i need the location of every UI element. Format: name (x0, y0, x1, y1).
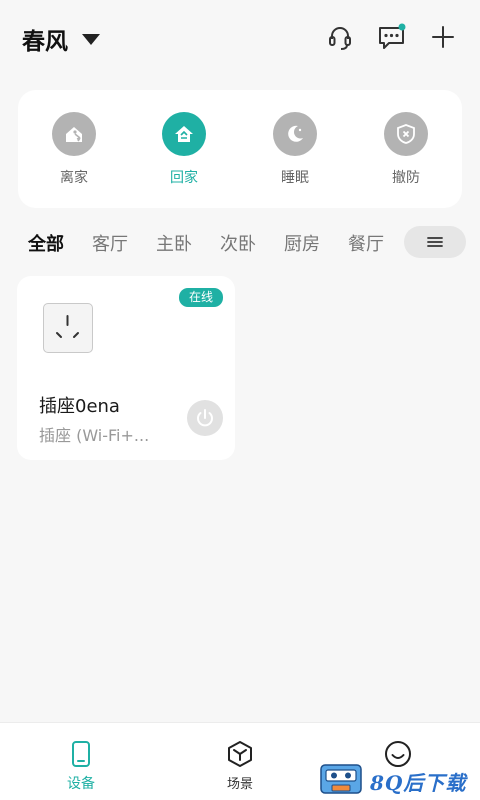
mode-label: 睡眠 (281, 170, 309, 186)
tab-kitchen[interactable]: 厨房 (284, 230, 320, 256)
plus-icon[interactable] (428, 22, 458, 52)
tab-living-room[interactable]: 客厅 (92, 230, 128, 256)
cassette-icon (320, 764, 362, 794)
watermark-logo: 8Q后下载 (318, 762, 480, 798)
mode-sleep[interactable]: 睡眠 (250, 112, 340, 187)
away-icon (52, 112, 96, 156)
tab-all[interactable]: 全部 (28, 230, 64, 256)
tab-dining-room[interactable]: 餐厅 (348, 230, 384, 256)
moon-icon (273, 112, 317, 156)
home-switcher[interactable]: 春风 (22, 22, 100, 56)
tab-label: 设备 (67, 776, 95, 792)
tab-devices[interactable]: 设备 (31, 723, 131, 800)
tab-second-bedroom[interactable]: 次卧 (220, 230, 256, 256)
device-type: 插座 (Wi-Fi+... (39, 426, 150, 445)
message-icon[interactable] (377, 22, 407, 52)
menu-icon (427, 237, 443, 247)
tab-master-bedroom[interactable]: 主卧 (156, 230, 192, 256)
cube-icon (228, 741, 252, 767)
mode-home[interactable]: 回家 (139, 112, 229, 187)
tab-label: 场景 (226, 777, 253, 792)
room-tabs: 全部 客厅 主卧 次卧 厨房 餐厅 (0, 222, 480, 262)
room-menu-button[interactable] (404, 226, 466, 258)
headset-icon[interactable] (325, 22, 355, 52)
mode-label: 回家 (170, 170, 198, 186)
caret-down-icon (82, 33, 100, 45)
home-name: 春风 (22, 29, 68, 55)
power-icon (197, 409, 213, 427)
tab-scenes[interactable]: 场景 (190, 723, 290, 800)
device-name: 插座0ena (39, 396, 120, 417)
mode-disarm[interactable]: 撤防 (361, 112, 451, 187)
device-card[interactable]: 在线 插座0ena 插座 (Wi-Fi+... (17, 276, 235, 460)
mode-label: 离家 (60, 170, 88, 186)
header: 春风 (0, 0, 480, 76)
mode-away[interactable]: 离家 (29, 112, 119, 187)
status-badge: 在线 (178, 288, 223, 307)
mode-label: 撤防 (392, 170, 420, 186)
phone-icon (72, 741, 90, 767)
shield-x-icon (384, 112, 428, 156)
scene-mode-card: 离家 回家 睡眠 撤防 (18, 90, 462, 208)
power-button[interactable] (187, 400, 223, 436)
home-icon (162, 112, 206, 156)
socket-icon (43, 303, 93, 353)
watermark-text: 8Q后下载 (370, 771, 467, 795)
